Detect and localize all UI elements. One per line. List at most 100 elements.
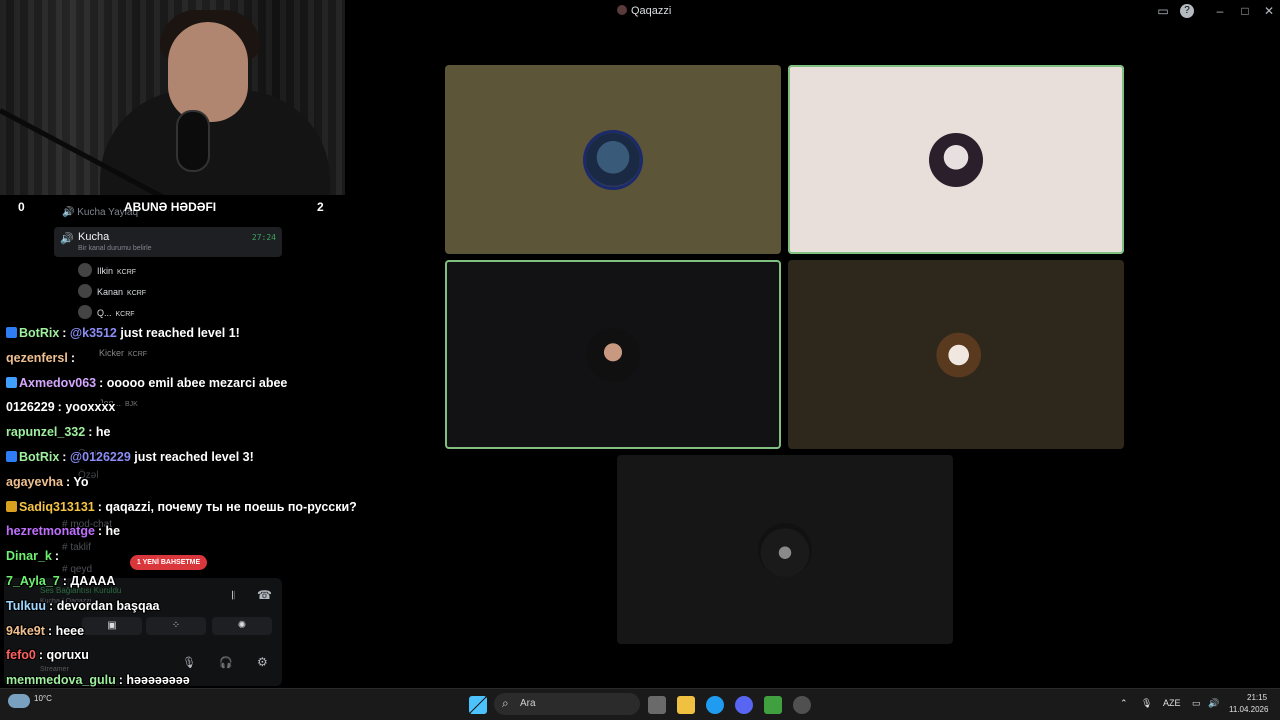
chat-text: just reached level 3! — [130, 450, 254, 464]
chat-username[interactable]: memmedova_gulu — [6, 673, 116, 687]
window-title: Qaqazzi — [617, 5, 671, 17]
maximize-button[interactable]: □ — [1238, 4, 1252, 18]
taskbar-search[interactable]: ⌕ Ara — [494, 693, 640, 715]
chat-badge-icon — [6, 500, 17, 512]
participant-avatar — [586, 327, 640, 382]
close-button[interactable]: ✕ — [1262, 4, 1276, 18]
chat-username[interactable]: Dinar_k — [6, 549, 52, 563]
participant-tile-speaking[interactable] — [445, 260, 781, 449]
chat-username[interactable]: Axmedov063 — [19, 376, 96, 390]
chat-message: fefo0: qoruxu — [6, 648, 89, 663]
chat-username[interactable]: 0126229 — [6, 400, 55, 414]
chat-username[interactable]: BotRix — [19, 326, 59, 340]
app-icon[interactable] — [764, 696, 782, 714]
voice-member[interactable]: Q... KCRF — [78, 305, 135, 319]
chevron-up-icon[interactable]: ⌃ — [1120, 698, 1128, 709]
chat-text: ДАААА — [70, 574, 116, 588]
user-status: Streamer — [40, 666, 69, 673]
help-icon[interactable]: ? — [1180, 4, 1194, 18]
voice-member[interactable]: Kicker KCRF — [99, 348, 147, 358]
new-mention-pill[interactable]: 1 YENİ BAHSETME — [130, 555, 207, 570]
participant-avatar — [929, 327, 983, 382]
participant-tile[interactable] — [788, 260, 1124, 449]
chat-message: BotRix: @0126229 just reached level 3! — [6, 450, 254, 464]
minimize-button[interactable]: – — [1213, 4, 1227, 18]
chat-text: yooxxxx — [65, 400, 116, 415]
microphone-icon[interactable]: 🎙 — [182, 656, 196, 669]
chat-username[interactable]: 94ke9t — [6, 624, 45, 638]
chat-text: just reached level 1! — [116, 326, 240, 340]
chat-text: ooooo emil abee mezarci abee — [106, 375, 288, 390]
start-icon[interactable] — [469, 696, 487, 714]
share-screen-button[interactable]: ▣ — [82, 617, 142, 635]
chat-username[interactable]: fefo0 — [6, 648, 36, 662]
microphone-icon — [176, 110, 210, 172]
volume-icon[interactable]: 🔊 — [1208, 698, 1219, 709]
avatar — [78, 305, 92, 319]
chat-badge-icon — [6, 376, 17, 388]
chat-username[interactable]: Sadiq313131 — [19, 500, 95, 514]
participant-tile[interactable] — [445, 65, 781, 254]
chat-text: qaqazzi, почему ты не поешь по-русски? — [105, 499, 357, 514]
chat-message: hezretmonatge: he — [6, 524, 121, 539]
participant-avatar — [758, 522, 812, 577]
voice-member[interactable]: Ilkin KCRF — [78, 263, 136, 277]
soundboard-button[interactable]: ✺ — [212, 617, 272, 635]
channel-item[interactable]: # taklif — [62, 542, 91, 553]
chat-username[interactable]: Tulkuu — [6, 599, 46, 613]
participant-avatar — [929, 132, 983, 187]
file-explorer-icon[interactable] — [677, 696, 695, 714]
weather-temp[interactable]: 10°C — [34, 694, 52, 703]
chat-username[interactable]: rapunzel_332 — [6, 425, 85, 439]
participant-tile-speaking[interactable] — [788, 65, 1124, 254]
server-icon — [617, 5, 627, 15]
noise-suppression-icon[interactable]: 𝄃 — [232, 590, 234, 603]
chat-text: qoruxu — [46, 648, 89, 663]
weather-icon[interactable] — [8, 694, 30, 708]
chat-message: Sadiq313131: qaqazzi, почему ты не поешь… — [6, 500, 357, 514]
chat-username[interactable]: hezretmonatge — [6, 524, 95, 538]
chat-message: memmedova_gulu: həəəəəəəə — [6, 673, 190, 688]
chat-message: BotRix: @k3512 just reached level 1! — [6, 326, 240, 340]
chat-message: Tulkuu: devordan başqaa — [6, 598, 160, 613]
activities-button[interactable]: ⁘ — [146, 617, 206, 635]
edge-icon[interactable] — [706, 696, 724, 714]
avatar — [78, 284, 92, 298]
window-titlebar: Qaqazzi ▭ ? – □ ✕ — [345, 0, 1280, 22]
task-view-icon[interactable] — [648, 696, 666, 714]
chat-text: devordan başqaa — [56, 598, 160, 613]
chat-username[interactable]: BotRix — [19, 450, 59, 464]
avatar — [78, 263, 92, 277]
clock-time[interactable]: 21:15 — [1247, 693, 1267, 702]
disconnect-icon[interactable]: ☎ — [257, 588, 272, 602]
obs-icon[interactable] — [793, 696, 811, 714]
settings-gear-icon[interactable]: ⚙ — [257, 655, 268, 669]
chat-mention: @k3512 — [69, 326, 117, 340]
active-voice-channel[interactable]: 🔊 Kucha Bir kanal durumu belirle 27:24 — [54, 227, 282, 257]
chat-username[interactable]: agayevha — [6, 475, 63, 489]
participant-tile[interactable] — [617, 455, 953, 644]
chat-badge-icon — [6, 327, 17, 338]
chat-text: həəəəəəəə — [126, 673, 190, 688]
streamer-webcam — [0, 0, 345, 195]
headphones-icon[interactable]: 🎧 — [219, 656, 233, 669]
chat-message: 94ke9t: heee — [6, 623, 85, 638]
language-indicator[interactable]: AZE — [1163, 698, 1181, 708]
chat-text: he — [105, 524, 121, 539]
speaker-icon: 🔊 — [60, 233, 74, 245]
voice-member[interactable]: Kanan KCRF — [78, 284, 146, 298]
windows-taskbar — [0, 688, 1280, 720]
chat-badge-icon — [6, 451, 17, 462]
inbox-icon[interactable]: ▭ — [1156, 4, 1170, 18]
network-icon[interactable]: ▭ — [1192, 698, 1201, 709]
chat-username[interactable]: 7_Ayla_7 — [6, 574, 60, 588]
subscriber-goal: 0 ABUNƏ HƏDƏFI 2 — [18, 200, 324, 214]
microphone-tray-icon[interactable]: 🎙 — [1141, 698, 1152, 709]
chat-mention: @0126229 — [69, 450, 131, 464]
clock-date[interactable]: 11.04.2026 — [1229, 705, 1268, 714]
chat-text: heee — [55, 623, 85, 638]
chat-username[interactable]: qezenfersl — [6, 351, 68, 365]
chat-message: 0126229: yooxxxx — [6, 400, 116, 415]
chat-message: qezenfersl: — [6, 350, 76, 365]
discord-icon[interactable] — [735, 696, 753, 714]
